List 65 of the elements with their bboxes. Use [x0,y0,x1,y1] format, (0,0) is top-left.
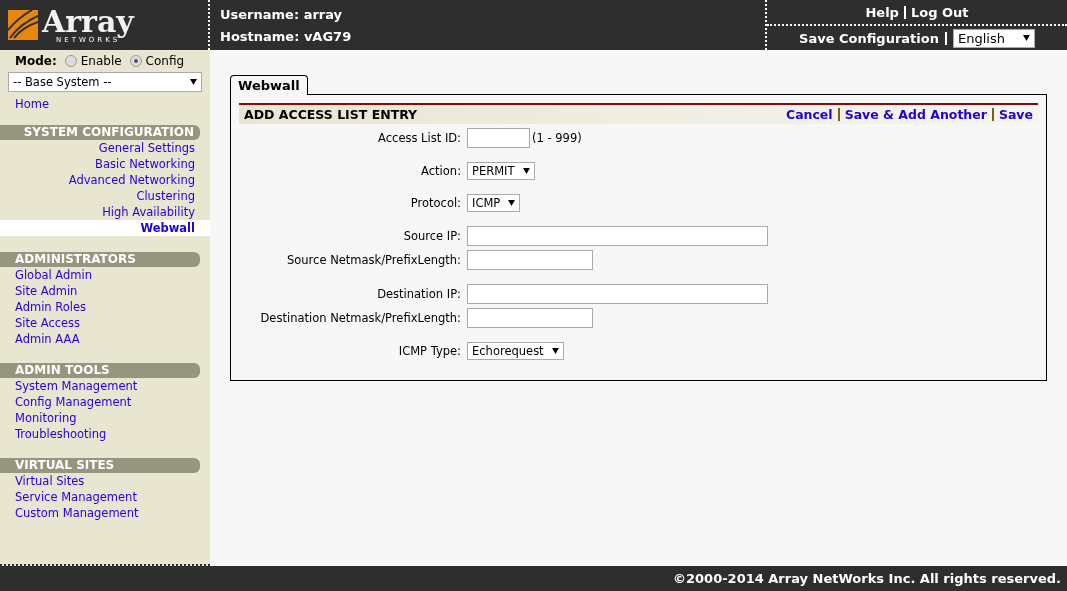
logo-name: Array [42,6,134,37]
action-link[interactable]: Cancel [785,107,833,122]
field-label: Source Netmask/PrefixLength: [286,253,461,267]
nav-link[interactable]: Virtual Sites [0,473,210,489]
caret-icon [551,348,559,354]
dropdown[interactable]: ICMP [467,194,521,212]
field-label: Source IP: [402,229,461,243]
caret-icon [508,200,516,206]
form-title: ADD ACCESS LIST ENTRY [244,107,418,122]
nav-link[interactable]: System Management [0,378,210,394]
input-field[interactable] [467,128,530,148]
mode-label: Mode: [15,54,57,68]
radio-label: Config [145,54,185,68]
nav-link[interactable]: Site Admin [0,283,210,299]
nav-link[interactable]: Service Management [0,489,210,505]
save-configuration-link[interactable]: Save Configuration [799,30,939,46]
header-link[interactable]: Help [865,4,899,20]
caret-icon [522,168,530,174]
radio-button[interactable] [129,55,142,67]
input-field[interactable] [467,226,768,246]
nav-link[interactable]: Troubleshooting [0,426,210,442]
nav-link[interactable]: Basic Networking [0,156,210,172]
nav-link[interactable]: Webwall [0,220,210,236]
dropdown[interactable]: PERMIT [467,162,535,180]
tab[interactable]: Webwall [230,75,308,95]
input-field[interactable] [467,284,768,304]
caret-icon [190,79,197,85]
input-field[interactable] [467,250,593,270]
scope-select[interactable]: -- Base System -- [8,72,202,92]
nav-link[interactable]: General Settings [0,140,210,156]
nav-link[interactable]: Admin AAA [0,331,210,347]
section-header: ADMINISTRATORS [0,252,200,267]
field-label: Access List ID: [377,131,461,145]
nav-link[interactable]: Config Management [0,394,210,410]
input-field[interactable] [467,308,593,328]
section-header: ADMIN TOOLS [0,363,200,378]
language-select[interactable]: English [952,28,1035,48]
logo-icon [8,10,38,40]
header-link[interactable]: Log Out [910,4,969,20]
nav-link[interactable]: Site Access [0,315,210,331]
nav-link[interactable]: Global Admin [0,267,210,283]
nav-link[interactable]: High Availability [0,204,210,220]
section-header: VIRTUAL SITES [0,458,200,473]
nav-link[interactable]: Admin Roles [0,299,210,315]
field-label: Protocol: [409,196,461,210]
nav-link[interactable]: Clustering [0,188,210,204]
field-label: Destination IP: [376,287,461,301]
nav-link[interactable]: Custom Management [0,505,210,521]
nav-link[interactable]: Monitoring [0,410,210,426]
username: Username: array [220,6,344,22]
radio-label: Enable [80,54,122,68]
field-label: ICMP Type: [397,344,461,358]
copyright: ©2000-2014 Array NetWorks Inc. All rights reserved. [673,571,1061,586]
field-label: Action: [420,164,461,178]
action-link[interactable]: Save & Add Another [844,107,987,122]
home-link[interactable]: Home [0,92,210,125]
hostname: Hostname: vAG79 [220,28,353,44]
radio-button[interactable] [64,55,77,67]
field-label: Destination Netmask/PrefixLength: [259,311,461,325]
section-header: SYSTEM CONFIGURATION [0,125,200,140]
action-link[interactable]: Save [998,107,1033,122]
dropdown[interactable]: Echorequest [467,342,564,360]
nav-link[interactable]: Advanced Networking [0,172,210,188]
caret-icon [1022,35,1030,41]
field-hint: (1 - 999) [532,131,582,145]
